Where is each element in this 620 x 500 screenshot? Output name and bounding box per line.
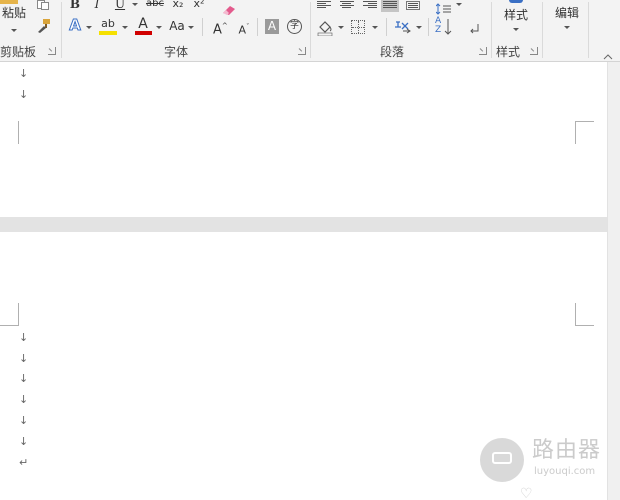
text-effects-button[interactable]: A: [68, 17, 82, 33]
font-dialog-launcher-icon[interactable]: [298, 47, 306, 55]
heart-icon: ♡: [520, 486, 533, 500]
sort-label-z: Z: [435, 25, 442, 35]
subscript-button[interactable]: x₂: [170, 0, 186, 11]
chinese-layout-dropdown-icon[interactable]: [416, 26, 422, 29]
margin-corner-top-right: [575, 303, 594, 326]
paragraph-dialog-launcher-icon[interactable]: [479, 47, 487, 55]
change-case-dropdown-icon[interactable]: [188, 26, 194, 29]
italic-button[interactable]: I: [92, 0, 102, 11]
router-logo-icon: [480, 438, 524, 482]
editing-button[interactable]: 编辑: [549, 6, 585, 34]
clipboard-group: 粘贴 剪贴板: [0, 0, 62, 62]
copy-icon[interactable]: [37, 0, 51, 10]
font-color-bar: [135, 31, 152, 35]
line-break-mark: ↓: [19, 352, 29, 365]
align-left-icon[interactable]: [317, 1, 331, 10]
text-effects-dropdown-icon[interactable]: [86, 26, 92, 29]
document-page-1[interactable]: ↓ ↓: [0, 62, 607, 217]
margin-corner-top-left: [0, 303, 19, 326]
styles-icon: [507, 0, 525, 4]
line-break-mark: ↓: [19, 435, 29, 448]
format-painter-icon[interactable]: [36, 18, 52, 34]
clipboard-dialog-launcher-icon[interactable]: [48, 47, 56, 55]
align-right-icon[interactable]: [363, 1, 377, 10]
paragraph-group-label: 段落: [380, 45, 405, 59]
editing-group: 编辑: [543, 0, 589, 62]
enclose-characters-button[interactable]: 字: [287, 19, 302, 34]
editing-dropdown-icon[interactable]: [564, 26, 570, 29]
paste-clipboard-icon: [0, 0, 20, 5]
paragraph-group: A Z 段落: [311, 0, 491, 62]
distributed-icon[interactable]: [406, 1, 420, 10]
ribbon: 粘贴 剪贴板 B I U abc x₂ x² A ab A Aa A^ Aˇ A…: [0, 0, 620, 62]
watermark-subtitle: luyouqi.com: [534, 466, 596, 477]
group-separator: [588, 2, 589, 58]
shading-dropdown-icon[interactable]: [338, 26, 344, 29]
line-break-mark: ↓: [19, 414, 29, 427]
superscript-button[interactable]: x²: [191, 0, 207, 11]
font-color-button[interactable]: A: [136, 17, 150, 31]
line-break-mark: ↓: [19, 393, 29, 406]
clear-formatting-icon[interactable]: [220, 0, 238, 15]
change-case-button[interactable]: Aa: [168, 19, 186, 33]
font-color-dropdown-icon[interactable]: [156, 26, 162, 29]
paragraph-mark: ↵: [19, 456, 29, 469]
show-formatting-marks-icon[interactable]: [468, 20, 480, 34]
grow-font-button[interactable]: A^: [213, 19, 228, 38]
strikethrough-button[interactable]: abc: [145, 0, 165, 11]
paragraph-separator: [428, 18, 429, 36]
styles-group-label: 样式: [496, 45, 521, 59]
underline-button[interactable]: U: [114, 0, 126, 11]
bold-button[interactable]: B: [69, 0, 81, 11]
font-group-label: 字体: [164, 45, 189, 59]
styles-dialog-launcher-icon[interactable]: [530, 47, 538, 55]
vertical-scrollbar[interactable]: [607, 62, 620, 500]
font-separator: [257, 18, 258, 36]
watermark: 路由器 luyouqi.com: [480, 436, 610, 486]
watermark-title: 路由器: [532, 438, 602, 463]
shrink-font-button[interactable]: Aˇ: [237, 20, 251, 38]
margin-corner-bottom-right: [575, 121, 594, 144]
character-shading-button[interactable]: A: [265, 19, 279, 34]
shading-icon[interactable]: [316, 18, 334, 37]
justify-icon[interactable]: [381, 0, 399, 12]
highlight-color-bar: [99, 31, 117, 35]
align-center-icon[interactable]: [340, 1, 354, 10]
styles-button-label: 样式: [503, 8, 528, 22]
styles-button[interactable]: 样式: [496, 8, 536, 36]
highlight-dropdown-icon[interactable]: [122, 26, 128, 29]
line-break-mark: ↓: [19, 372, 29, 385]
shrink-font-label: A: [238, 23, 247, 37]
line-break-mark: ↓: [19, 331, 29, 344]
underline-dropdown-icon[interactable]: [132, 3, 138, 6]
sort-icon[interactable]: A Z: [435, 17, 455, 37]
margin-corner-bottom-left: [0, 121, 19, 144]
line-break-mark: ↓: [19, 88, 29, 101]
styles-dropdown-icon[interactable]: [513, 28, 519, 31]
font-group: B I U abc x₂ x² A ab A Aa A^ Aˇ A 字 字体: [62, 0, 310, 62]
borders-dropdown-icon[interactable]: [372, 26, 378, 29]
line-spacing-dropdown-icon[interactable]: [456, 3, 462, 6]
font-separator: [202, 18, 203, 36]
router-icon: [492, 452, 512, 464]
grow-font-label: A: [213, 22, 222, 38]
line-break-mark: ↓: [19, 67, 29, 80]
chinese-layout-icon[interactable]: [394, 19, 412, 35]
highlight-button[interactable]: ab: [99, 17, 117, 31]
paragraph-separator: [386, 18, 387, 36]
borders-icon[interactable]: [351, 20, 365, 34]
paste-label: 粘贴: [1, 6, 26, 20]
collapse-ribbon-icon[interactable]: [603, 46, 613, 60]
editing-button-label: 编辑: [554, 6, 579, 20]
clipboard-group-label: 剪贴板: [0, 45, 37, 59]
styles-group: 样式 样式: [492, 0, 542, 62]
paste-dropdown-icon[interactable]: [11, 29, 17, 32]
line-spacing-icon[interactable]: [435, 0, 452, 15]
